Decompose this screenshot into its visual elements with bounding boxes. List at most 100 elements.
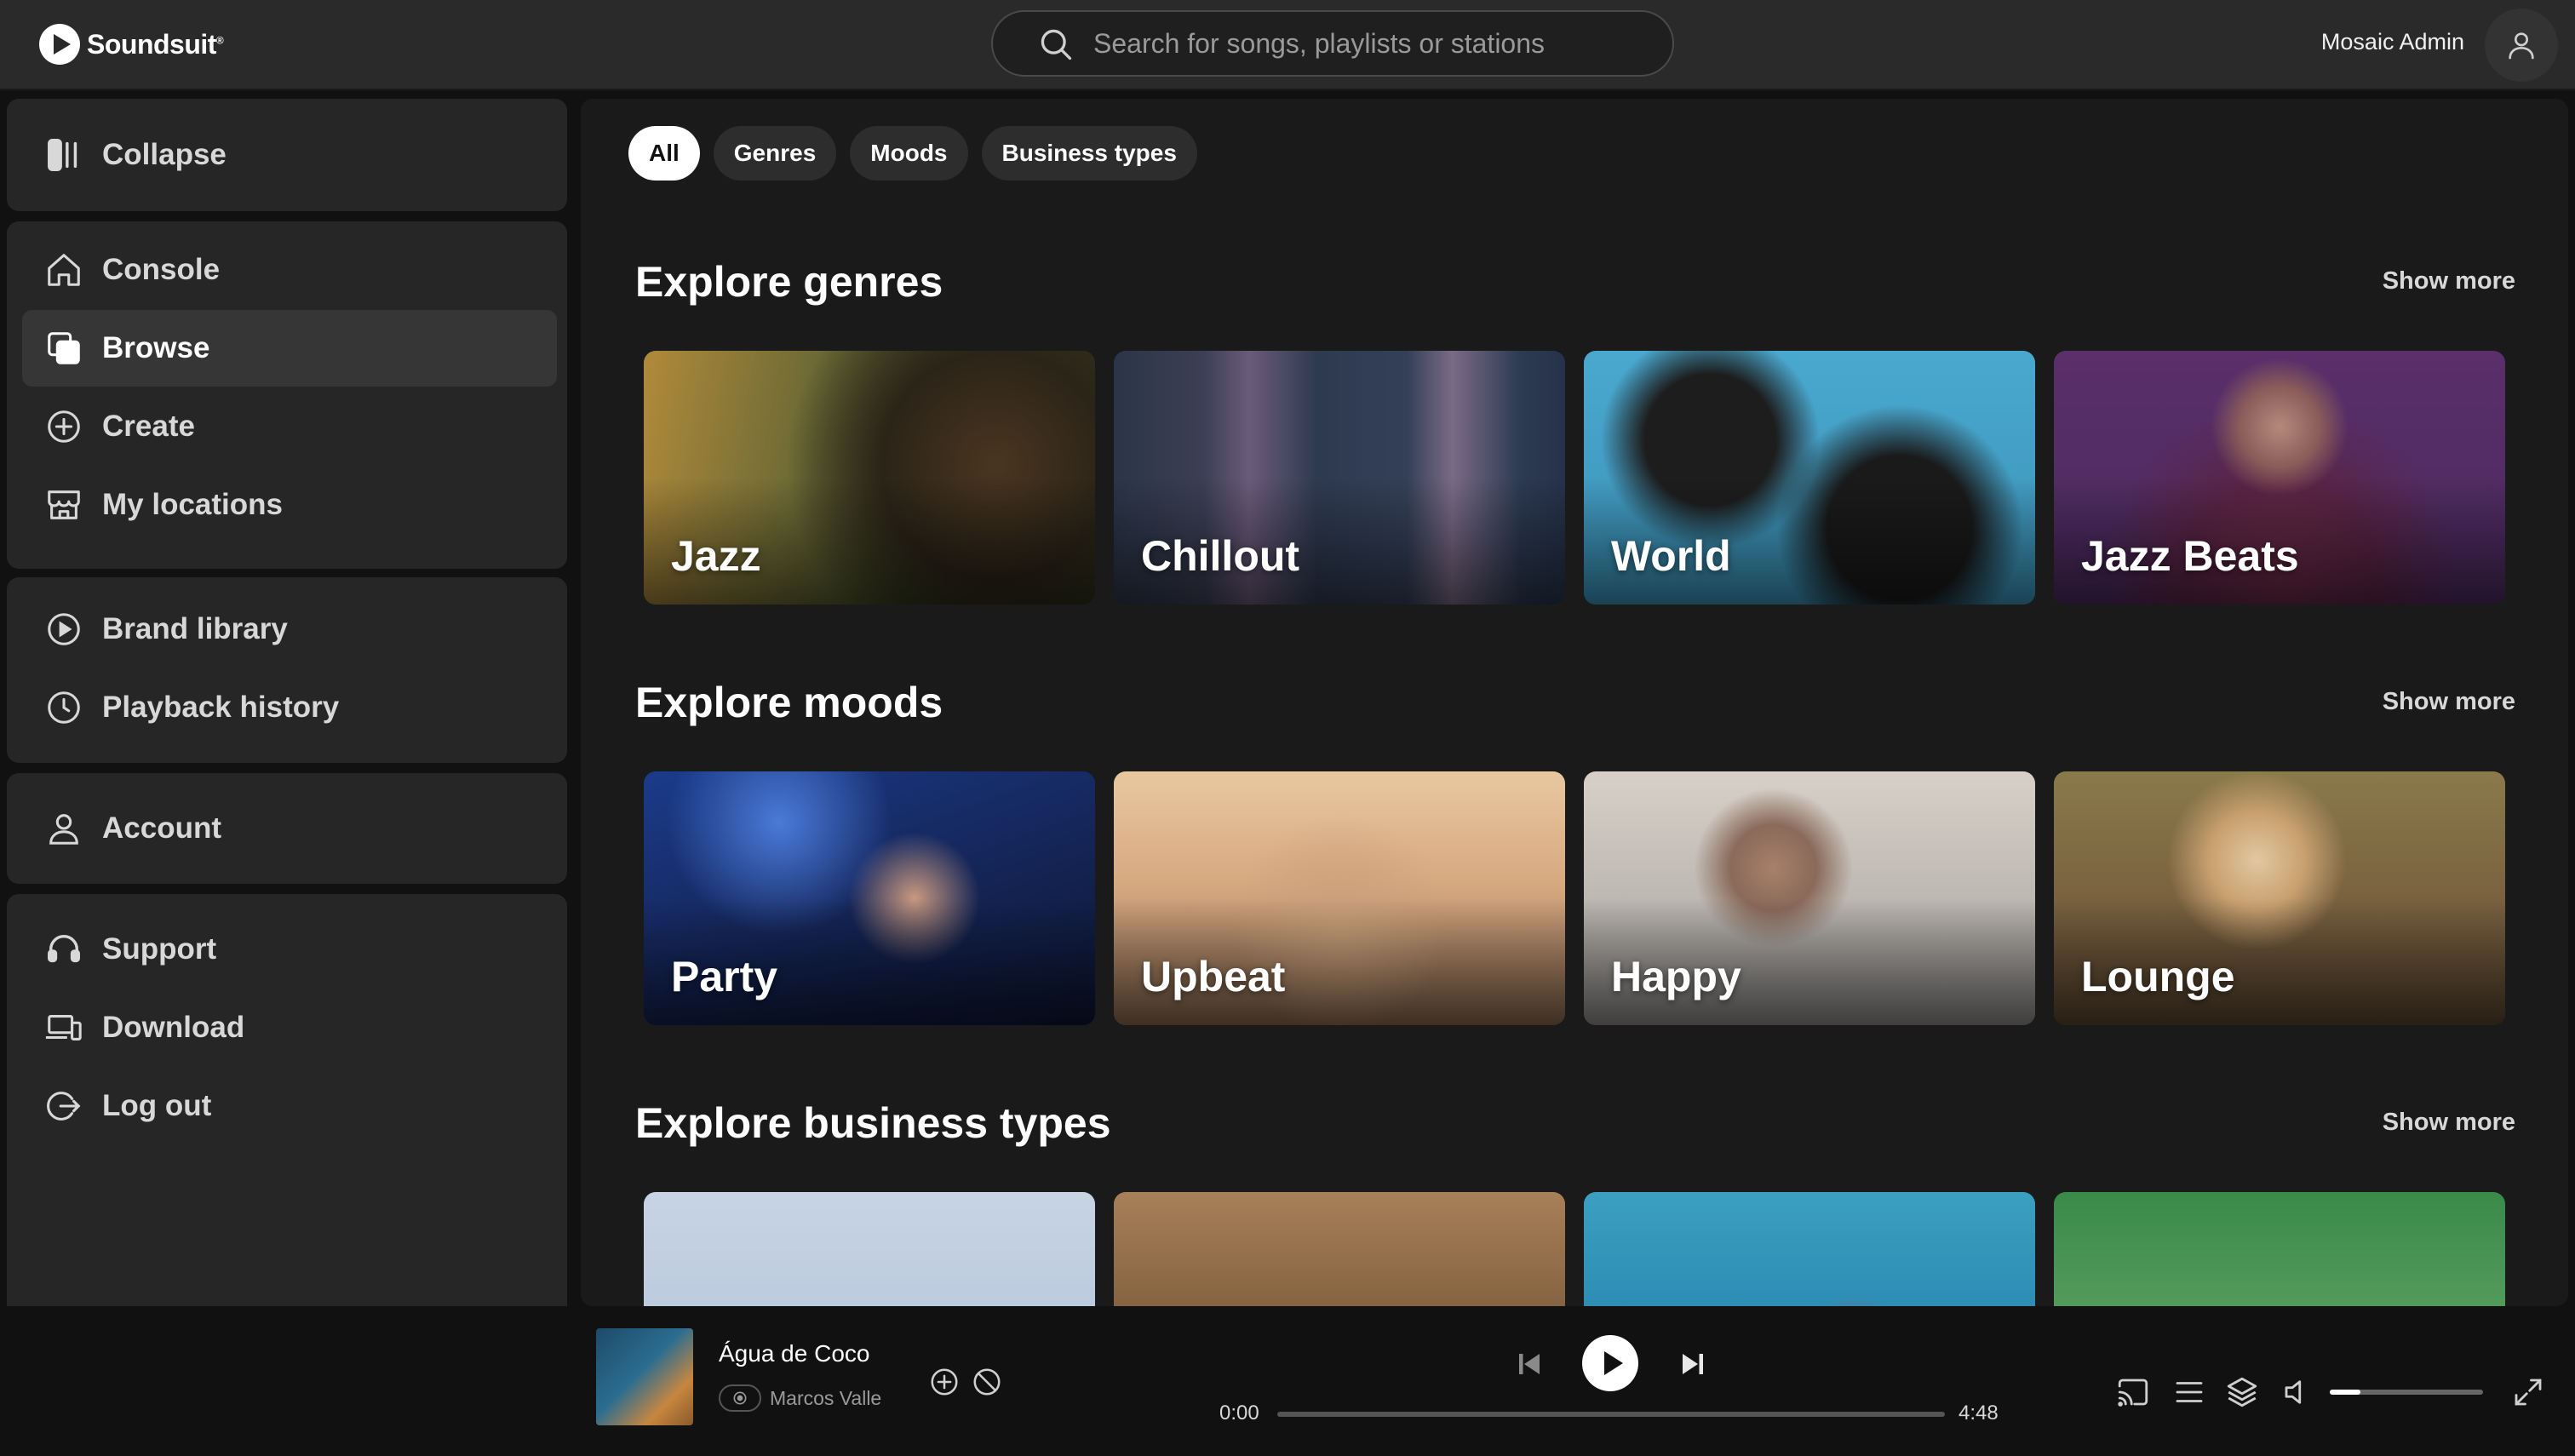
progress-bar[interactable] bbox=[1277, 1412, 1945, 1417]
show-more-business-types[interactable]: Show more bbox=[2383, 1109, 2515, 1137]
collapse-button[interactable]: Collapse bbox=[22, 116, 557, 194]
filter-chips: All Genres Moods Business types bbox=[628, 126, 1197, 181]
sidebar-item-label: My locations bbox=[102, 488, 283, 521]
sidebar-item-label: Create bbox=[102, 410, 195, 443]
sidebar-item-playback-history[interactable]: Playback history bbox=[22, 669, 557, 746]
card-label: Lounge bbox=[2081, 953, 2235, 1000]
sidebar-item-brand-library[interactable]: Brand library bbox=[22, 591, 557, 668]
clock-icon bbox=[48, 691, 80, 724]
chip-business-types[interactable]: Business types bbox=[981, 126, 1197, 181]
search-input[interactable] bbox=[1093, 24, 1638, 63]
card-business-type[interactable] bbox=[1584, 1192, 2035, 1306]
sidebar-item-console[interactable]: Console bbox=[22, 232, 557, 308]
total-duration: 4:48 bbox=[1958, 1402, 1999, 1424]
browse-panel: All Genres Moods Business types Explore … bbox=[581, 99, 2568, 1306]
sidebar-item-create[interactable]: Create bbox=[22, 388, 557, 465]
sidebar-item-my-locations[interactable]: My locations bbox=[22, 467, 557, 543]
sidebar-collapse-block: Collapse bbox=[7, 99, 567, 211]
collapse-label: Collapse bbox=[102, 138, 227, 171]
chip-all[interactable]: All bbox=[628, 126, 700, 181]
chip-moods[interactable]: Moods bbox=[850, 126, 968, 181]
artist-link[interactable]: Marcos Valle bbox=[719, 1383, 881, 1413]
card-chillout[interactable]: Chillout bbox=[1114, 351, 1565, 605]
card-upbeat[interactable]: Upbeat bbox=[1114, 771, 1565, 1025]
headset-icon bbox=[48, 935, 80, 963]
track-title[interactable]: Água de Coco bbox=[719, 1340, 869, 1367]
play-button[interactable] bbox=[1582, 1335, 1638, 1391]
soundsuit-logo[interactable]: Soundsuit® bbox=[39, 22, 224, 66]
sidebar-item-label: Browse bbox=[102, 331, 210, 364]
sidebar-item-browse[interactable]: Browse bbox=[22, 310, 557, 387]
sidebar-library-block: Brand library Playback history bbox=[7, 577, 567, 763]
player-bar: Água de Coco Marcos Valle 0:00 4:48 bbox=[0, 1306, 2575, 1456]
sidebar-main-block: Console Browse Create My locations bbox=[7, 221, 567, 569]
card-label: Jazz bbox=[671, 532, 761, 580]
show-more-moods[interactable]: Show more bbox=[2383, 688, 2515, 716]
sidebar-item-account[interactable]: Account bbox=[22, 790, 557, 867]
logo-icon bbox=[39, 24, 80, 65]
card-business-type[interactable] bbox=[644, 1192, 1095, 1306]
chip-genres[interactable]: Genres bbox=[713, 126, 837, 181]
queue-icon[interactable] bbox=[2171, 1374, 2207, 1410]
add-to-library-icon[interactable] bbox=[928, 1366, 961, 1398]
card-label: Upbeat bbox=[1141, 953, 1286, 1000]
card-label: Happy bbox=[1611, 953, 1741, 1000]
section-title-genres: Explore genres bbox=[635, 258, 943, 306]
cast-icon[interactable] bbox=[2115, 1374, 2151, 1410]
artist-name: Marcos Valle bbox=[770, 1386, 882, 1409]
card-label: Party bbox=[671, 953, 778, 1000]
current-time: 0:00 bbox=[1219, 1402, 1259, 1424]
home-icon bbox=[48, 254, 80, 286]
card-jazz-beats[interactable]: Jazz Beats bbox=[2054, 351, 2505, 605]
card-label: Chillout bbox=[1141, 532, 1300, 580]
collapse-icon bbox=[48, 139, 77, 171]
sidebar-item-support[interactable]: Support bbox=[22, 911, 557, 988]
layers-icon[interactable] bbox=[2224, 1374, 2260, 1410]
previous-track-icon[interactable] bbox=[1514, 1349, 1545, 1379]
search-bar[interactable] bbox=[991, 10, 1674, 77]
user-avatar[interactable] bbox=[2485, 9, 2558, 82]
card-business-type[interactable] bbox=[1114, 1192, 1565, 1306]
sidebar-item-label: Support bbox=[102, 932, 217, 966]
sidebar-item-label: Account bbox=[102, 811, 221, 845]
card-jazz[interactable]: Jazz bbox=[644, 351, 1095, 605]
artist-station-icon bbox=[719, 1384, 761, 1412]
volume-slider[interactable] bbox=[2330, 1390, 2483, 1395]
sidebar-item-download[interactable]: Download bbox=[22, 989, 557, 1066]
show-more-genres[interactable]: Show more bbox=[2383, 267, 2515, 295]
card-business-type[interactable] bbox=[2054, 1192, 2505, 1306]
user-icon bbox=[49, 814, 78, 845]
card-label: Jazz Beats bbox=[2081, 532, 2299, 580]
card-lounge[interactable]: Lounge bbox=[2054, 771, 2505, 1025]
devices-icon bbox=[45, 1015, 82, 1040]
card-label: World bbox=[1611, 532, 1731, 580]
card-world[interactable]: World bbox=[1584, 351, 2035, 605]
sidebar-item-log-out[interactable]: Log out bbox=[22, 1068, 557, 1144]
logout-icon bbox=[47, 1092, 81, 1121]
search-icon bbox=[1041, 29, 1072, 60]
sidebar-account-block: Account bbox=[7, 773, 567, 884]
user-icon bbox=[2509, 32, 2534, 60]
card-happy[interactable]: Happy bbox=[1584, 771, 2035, 1025]
sidebar-item-label: Log out bbox=[102, 1089, 212, 1122]
store-icon bbox=[48, 490, 80, 519]
sidebar-item-label: Brand library bbox=[102, 612, 288, 645]
block-track-icon[interactable] bbox=[971, 1366, 1003, 1398]
sidebar-item-label: Console bbox=[102, 253, 221, 286]
brand-mark: ® bbox=[215, 33, 224, 46]
card-party[interactable]: Party bbox=[644, 771, 1095, 1025]
user-name[interactable]: Mosaic Admin bbox=[2321, 29, 2464, 55]
next-track-icon[interactable] bbox=[1677, 1349, 1708, 1379]
fullscreen-icon[interactable] bbox=[2510, 1374, 2546, 1410]
play-circle-icon bbox=[48, 613, 80, 645]
plus-circle-icon bbox=[48, 410, 80, 443]
sidebar-item-label: Playback history bbox=[102, 691, 340, 724]
browse-icon bbox=[48, 332, 80, 364]
volume-fill bbox=[2330, 1390, 2360, 1395]
section-title-business-types: Explore business types bbox=[635, 1099, 1111, 1147]
brand-name: Soundsuit bbox=[87, 28, 216, 60]
top-bar: Soundsuit® Mosaic Admin bbox=[0, 0, 2575, 90]
volume-icon[interactable] bbox=[2280, 1374, 2316, 1410]
sidebar-item-label: Download bbox=[102, 1011, 245, 1044]
album-art[interactable] bbox=[596, 1328, 693, 1425]
